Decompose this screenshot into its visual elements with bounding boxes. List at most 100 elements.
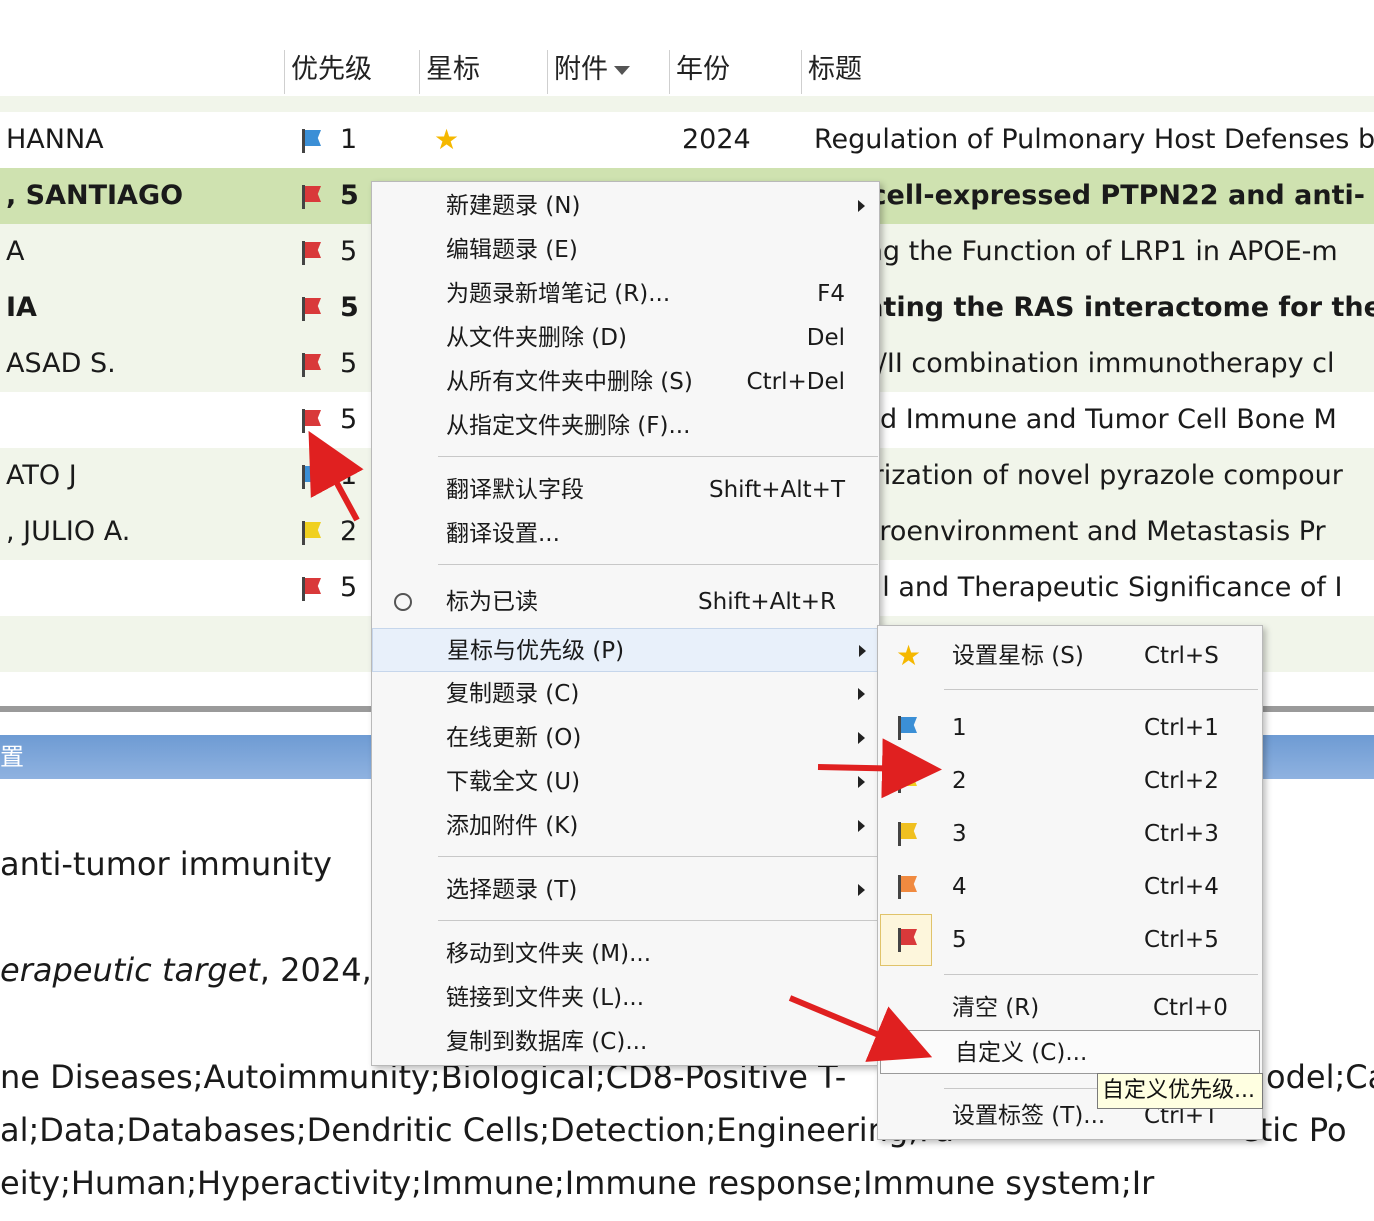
- star-icon[interactable]: ★: [434, 112, 474, 168]
- menu-item[interactable]: 为题录新增笔记 (R)... F4: [372, 272, 879, 316]
- submenu-item-shortcut: Ctrl+S: [1144, 643, 1219, 669]
- submenu-item[interactable]: 1 Ctrl+1: [878, 706, 1262, 750]
- flag-icon[interactable]: [302, 129, 322, 153]
- radio-icon: [394, 593, 412, 611]
- menu-item-label: 编辑题录 (E): [446, 237, 578, 263]
- detail-journal: erapeutic target, 2024, (v: [0, 951, 413, 989]
- menu-item[interactable]: 新建题录 (N): [372, 184, 879, 228]
- menu-item-label: 从文件夹删除 (D): [446, 325, 627, 351]
- row-author: ATO J: [6, 460, 77, 491]
- row-title: tional and Therapeutic Significance of I: [814, 572, 1343, 603]
- menu-item[interactable]: 链接到文件夹 (L)...: [372, 976, 879, 1020]
- menu-item-label: 从指定文件夹删除 (F)...: [446, 413, 691, 439]
- menu-item[interactable]: 标为已读 Shift+Alt+R: [372, 580, 879, 624]
- submenu-item[interactable]: 5 Ctrl+5: [878, 914, 1262, 966]
- menu-separator: [438, 856, 878, 857]
- flag-icon[interactable]: [302, 185, 322, 209]
- menu-item[interactable]: 从所有文件夹中删除 (S) Ctrl+Del: [372, 360, 879, 404]
- table-row-partial[interactable]: [0, 96, 1374, 112]
- row-author: [6, 560, 282, 616]
- submenu-item-label: 3: [952, 821, 967, 847]
- menu-item-label: 星标与优先级 (P): [447, 638, 625, 664]
- submenu-item[interactable]: 4 Ctrl+4: [878, 865, 1262, 909]
- menu-item-label: 移动到文件夹 (M)...: [446, 941, 652, 967]
- submenu-item-label: 2: [952, 768, 967, 794]
- menu-item[interactable]: 移动到文件夹 (M)...: [372, 932, 879, 976]
- menu-item[interactable]: 复制题录 (C): [372, 672, 879, 716]
- menu-item-label: 链接到文件夹 (L)...: [446, 985, 645, 1011]
- menu-item-shortcut: Shift+Alt+T: [708, 477, 845, 503]
- row-title: r Microenvironment and Metastasis Pr: [814, 516, 1326, 547]
- menu-item-label: 添加附件 (K): [446, 813, 579, 839]
- submenu-arrow-icon: [858, 776, 865, 788]
- flag-icon: [898, 822, 918, 846]
- detail-keywords-line-1-tail: odel;Ca: [1266, 1058, 1374, 1096]
- flag-icon: [898, 875, 918, 899]
- context-menu: 新建题录 (N) 编辑题录 (E) 为题录新增笔记 (R)... F4 从文件夹删除 (…: [371, 181, 880, 1066]
- menu-item[interactable]: 翻译默认字段 Shift+Alt+T: [372, 468, 879, 512]
- menu-item-label: 复制到数据库 (C)...: [446, 1029, 648, 1055]
- submenu-item-label: 4: [952, 874, 967, 900]
- menu-item-label: 翻译默认字段: [446, 477, 584, 503]
- submenu-item[interactable]: 清空 (R) Ctrl+0: [878, 986, 1262, 1030]
- flag-icon[interactable]: [302, 409, 322, 433]
- menu-item[interactable]: 从指定文件夹删除 (F)...: [372, 404, 879, 448]
- row-title: ase I/II combination immunotherapy cl: [814, 348, 1335, 379]
- menu-separator: [438, 564, 878, 565]
- flag-icon[interactable]: [302, 521, 322, 545]
- submenu-arrow-icon: [858, 732, 865, 744]
- menu-item[interactable]: 选择题录 (T): [372, 868, 879, 912]
- column-header-title[interactable]: 标题: [802, 44, 862, 96]
- submenu-arrow-icon: [859, 645, 866, 657]
- detail-keywords-line-3: eity;Human;Hyperactivity;Immune;Immune r…: [0, 1164, 1155, 1202]
- menu-item[interactable]: 从文件夹删除 (D) Del: [372, 316, 879, 360]
- menu-separator: [438, 920, 878, 921]
- submenu-item-shortcut: Ctrl+3: [1144, 821, 1219, 847]
- flag-icon[interactable]: [302, 465, 322, 489]
- table-row[interactable]: HANNA 1 ★ 2024 Regulation of Pulmonary Host …: [0, 112, 1374, 168]
- submenu-item[interactable]: ★ 设置星标 (S) Ctrl+S: [878, 634, 1262, 678]
- menu-item[interactable]: 翻译设置...: [372, 512, 879, 556]
- submenu-arrow-icon: [858, 820, 865, 832]
- menu-item[interactable]: 编辑题录 (E): [372, 228, 879, 272]
- column-header-star[interactable]: 星标: [420, 44, 480, 96]
- menu-item[interactable]: 在线更新 (O): [372, 716, 879, 760]
- submenu-item-label: 设置星标 (S): [952, 643, 1084, 669]
- row-title: rogating the RAS interactome for the: [814, 292, 1374, 323]
- row-author: [6, 392, 282, 448]
- submenu-item-label: 自定义 (C)...: [955, 1040, 1088, 1066]
- flag-icon[interactable]: [302, 297, 322, 321]
- column-header-year[interactable]: 年份: [670, 44, 730, 96]
- details-pane-title: 置: [0, 743, 24, 771]
- menu-item[interactable]: 复制到数据库 (C)...: [372, 1020, 879, 1064]
- row-author: , JULIO A.: [6, 516, 131, 547]
- submenu-item[interactable]: 3 Ctrl+3: [878, 812, 1262, 856]
- menu-item[interactable]: 下载全文 (U): [372, 760, 879, 804]
- submenu-item[interactable]: 自定义 (C)...: [880, 1030, 1260, 1074]
- submenu-item-label: 1: [952, 715, 967, 741]
- flag-icon[interactable]: [302, 241, 322, 265]
- menu-item-label: 复制题录 (C): [446, 681, 580, 707]
- sort-dropdown-icon: [614, 66, 630, 75]
- flag-icon[interactable]: [302, 577, 322, 601]
- menu-item-shortcut: F4: [817, 281, 845, 307]
- column-header-attachment[interactable]: 附件: [548, 44, 630, 96]
- row-title: Regulation of Pulmonary Host Defenses by: [814, 124, 1374, 155]
- submenu-item-label: 清空 (R): [952, 995, 1040, 1021]
- row-title: oid cell-expressed PTPN22 and anti-: [814, 180, 1365, 211]
- flag-icon[interactable]: [302, 353, 322, 377]
- menu-item-label: 从所有文件夹中删除 (S): [446, 369, 693, 395]
- menu-item[interactable]: 星标与优先级 (P): [372, 628, 879, 672]
- row-author: , SANTIAGO: [6, 180, 184, 211]
- row-title: acterization of novel pyrazole compour: [814, 460, 1343, 491]
- submenu-arrow-icon: [858, 884, 865, 896]
- row-priority: 1: [340, 124, 358, 155]
- row-author: IA: [6, 292, 37, 323]
- row-author: A: [6, 236, 25, 267]
- menu-item-label: 选择题录 (T): [446, 877, 578, 903]
- row-author: HANNA: [6, 124, 104, 155]
- submenu-item[interactable]: 2 Ctrl+2: [878, 759, 1262, 803]
- column-header-priority[interactable]: 优先级: [285, 44, 372, 96]
- menu-item[interactable]: 添加附件 (K): [372, 804, 879, 848]
- submenu-item-label: 设置标签 (T)...: [952, 1103, 1106, 1129]
